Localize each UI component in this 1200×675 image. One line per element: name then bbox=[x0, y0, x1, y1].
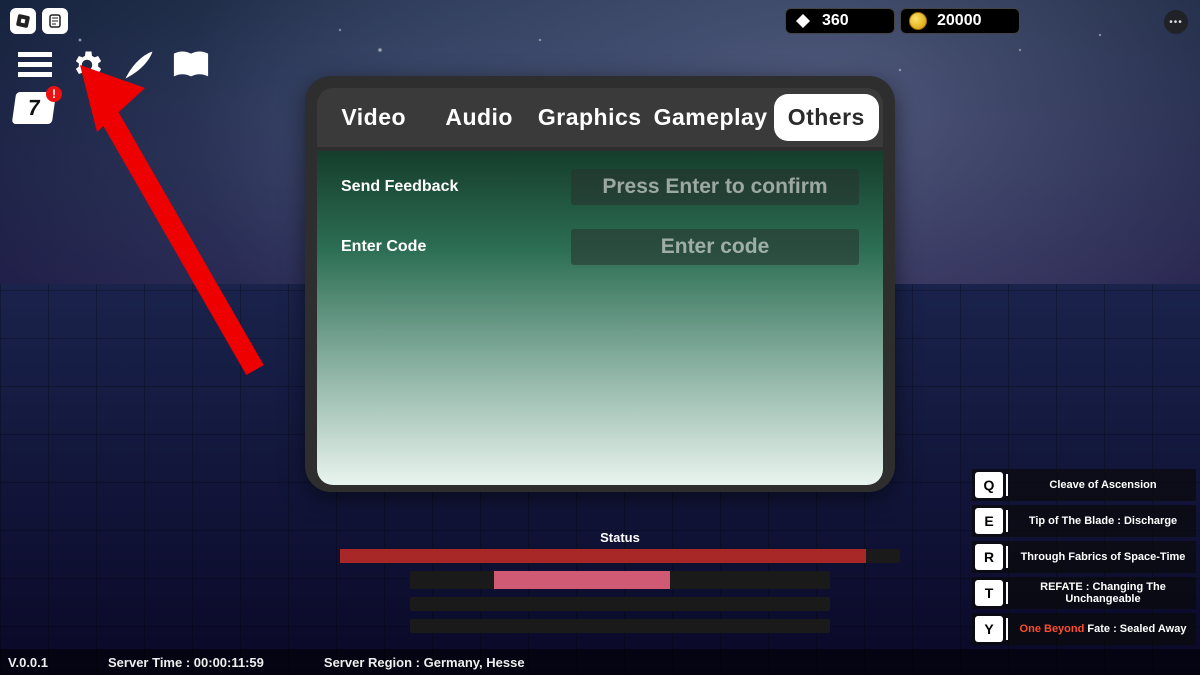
ability-label: One Beyond Fate : Sealed Away bbox=[1014, 623, 1196, 635]
keybind: Q bbox=[975, 472, 1003, 498]
ability-r[interactable]: R Through Fabrics of Space-Time bbox=[972, 541, 1196, 573]
ability-y[interactable]: Y One Beyond Fate : Sealed Away bbox=[972, 613, 1196, 645]
ability-e[interactable]: E Tip of The Blade : Discharge bbox=[972, 505, 1196, 537]
info-strip: V.0.0.1 Server Time : 00:00:11:59 Server… bbox=[0, 649, 1200, 675]
gold-amount: 20000 bbox=[937, 12, 982, 30]
daily-reward-icon[interactable]: 7 ! bbox=[12, 92, 56, 124]
roblox-notes-chip[interactable] bbox=[42, 8, 68, 34]
more-menu-icon[interactable]: ••• bbox=[1164, 10, 1188, 34]
ability-label: REFATE : Changing The Unchangeable bbox=[1014, 581, 1196, 605]
tab-audio[interactable]: Audio bbox=[426, 94, 531, 141]
gem-currency[interactable]: 360 bbox=[785, 8, 895, 34]
ability-label: Through Fabrics of Space-Time bbox=[1014, 551, 1196, 563]
enter-code-input[interactable]: Enter code bbox=[571, 229, 859, 265]
alert-badge: ! bbox=[46, 86, 62, 102]
ability-q[interactable]: Q Cleave of Ascension bbox=[972, 469, 1196, 501]
calendar-day-number: 7 bbox=[26, 95, 42, 121]
tab-gameplay[interactable]: Gameplay bbox=[648, 94, 774, 141]
ability-t[interactable]: T REFATE : Changing The Unchangeable bbox=[972, 577, 1196, 609]
hp-bar bbox=[340, 549, 900, 563]
enter-code-label: Enter Code bbox=[341, 238, 541, 256]
keybind: E bbox=[975, 508, 1003, 534]
server-region: Server Region : Germany, Hesse bbox=[324, 655, 525, 670]
tab-others[interactable]: Others bbox=[774, 94, 879, 141]
quill-icon[interactable] bbox=[120, 46, 158, 84]
send-feedback-label: Send Feedback bbox=[341, 178, 541, 196]
gold-currency[interactable]: 20000 bbox=[900, 8, 1020, 34]
settings-panel: Video Audio Graphics Gameplay Others Sen… bbox=[305, 76, 895, 492]
gem-amount: 360 bbox=[822, 12, 849, 30]
server-time: Server Time : 00:00:11:59 bbox=[108, 655, 264, 670]
ability-label: Cleave of Ascension bbox=[1014, 479, 1196, 491]
secondary-bar bbox=[410, 571, 830, 589]
settings-body: Send Feedback Press Enter to confirm Ent… bbox=[317, 151, 883, 485]
menu-icon[interactable] bbox=[16, 46, 54, 84]
tertiary-bar-1 bbox=[410, 597, 830, 611]
tab-graphics[interactable]: Graphics bbox=[532, 94, 648, 141]
settings-tabs: Video Audio Graphics Gameplay Others bbox=[317, 88, 883, 147]
status-label: Status bbox=[340, 530, 900, 545]
gem-icon bbox=[794, 12, 812, 30]
book-icon[interactable] bbox=[172, 46, 210, 84]
tertiary-bar-2 bbox=[410, 619, 830, 633]
coin-icon bbox=[909, 12, 927, 30]
keybind: T bbox=[975, 580, 1003, 606]
send-feedback-input[interactable]: Press Enter to confirm bbox=[571, 169, 859, 205]
roblox-logo-chip[interactable] bbox=[10, 8, 36, 34]
status-hud: Status bbox=[340, 530, 900, 641]
keybind: Y bbox=[975, 616, 1003, 642]
ability-list: Q Cleave of Ascension E Tip of The Blade… bbox=[972, 469, 1196, 645]
keybind: R bbox=[975, 544, 1003, 570]
ability-label: Tip of The Blade : Discharge bbox=[1014, 515, 1196, 527]
settings-gear-icon[interactable] bbox=[68, 46, 106, 84]
version-text: V.0.0.1 bbox=[8, 655, 48, 670]
tab-video[interactable]: Video bbox=[321, 94, 426, 141]
